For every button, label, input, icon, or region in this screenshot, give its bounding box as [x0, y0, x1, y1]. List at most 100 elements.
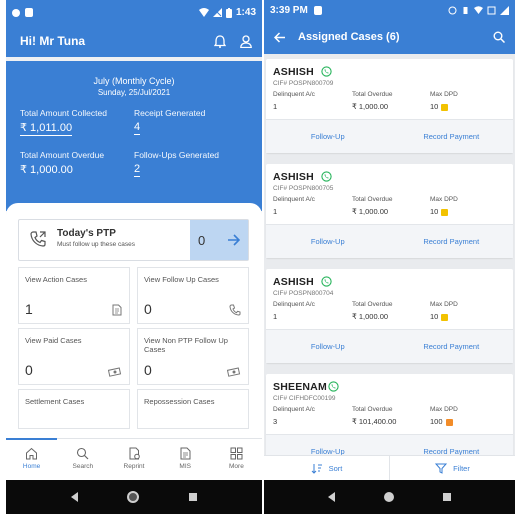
grid-icon: [230, 447, 243, 460]
case-name: ASHISH: [273, 66, 314, 78]
ptp-count-box[interactable]: 0: [190, 220, 248, 260]
dpd-value-wrap: 10: [430, 312, 449, 321]
delinquent-value: 1: [273, 102, 278, 111]
app-bar: Assigned Cases (6): [264, 20, 515, 54]
whatsapp-icon[interactable]: [321, 171, 332, 182]
case-card[interactable]: ASHISH CIF# POSPN800709 Delinquent A/c Tota…: [266, 59, 513, 153]
cash-icon: [108, 367, 122, 377]
home-button-icon[interactable]: [127, 491, 140, 503]
tile-non-ptp-cases[interactable]: View Non PTP Follow Up Cases 0: [137, 328, 249, 385]
bell-icon[interactable]: [214, 34, 226, 48]
overdue-label: Total Overdue: [352, 91, 393, 98]
dpd-value: 10: [430, 207, 439, 216]
tile-label: Repossession Cases: [144, 397, 215, 406]
phone-callback-icon: [30, 231, 46, 247]
dpd-value: 10: [430, 102, 439, 111]
nav-label: More: [229, 463, 244, 470]
back-icon[interactable]: [70, 492, 78, 502]
case-name: ASHISH: [273, 276, 314, 288]
nav-home[interactable]: Home: [6, 438, 58, 480]
collected-label: Total Amount Collected: [20, 108, 107, 118]
whatsapp-icon[interactable]: [321, 66, 332, 77]
dpd-label: Max DPD: [430, 301, 458, 308]
tile-follow-up-cases[interactable]: View Follow Up Cases 0: [137, 267, 249, 324]
follow-up-button[interactable]: Follow-Up: [266, 225, 390, 258]
app-bar: Hi! Mr Tuna: [6, 25, 262, 57]
filter-button[interactable]: Filter: [390, 456, 515, 480]
status-time: 1:43: [235, 7, 256, 18]
tile-action-cases[interactable]: View Action Cases 1: [18, 267, 130, 324]
search-icon[interactable]: [493, 31, 505, 43]
case-actions: Follow-Up Record Payment: [266, 224, 513, 258]
record-payment-button[interactable]: Record Payment: [390, 330, 514, 363]
tile-paid-cases[interactable]: View Paid Cases 0: [18, 328, 130, 385]
overdue-label: Total Overdue: [352, 406, 393, 413]
sort-filter-bar: Sort Filter: [264, 455, 515, 480]
followups-stat[interactable]: Follow-Ups Generated 2: [134, 150, 219, 177]
home-button-icon[interactable]: [383, 492, 394, 502]
whatsapp-icon[interactable]: [328, 381, 340, 392]
tile-value: 0: [144, 362, 152, 378]
sort-label: Sort: [328, 463, 343, 473]
whatsapp-icon[interactable]: [321, 276, 332, 287]
sort-button[interactable]: Sort: [264, 456, 390, 480]
report-icon: [180, 447, 191, 460]
nav-label: Home: [22, 463, 41, 470]
follow-up-button[interactable]: Follow-Up: [266, 330, 390, 363]
reprint-icon: [129, 447, 140, 460]
tile-label: Settlement Cases: [25, 397, 85, 406]
delinquent-label: Delinquent A/c: [273, 196, 315, 203]
android-nav-bar: [264, 480, 515, 514]
recents-icon[interactable]: [189, 493, 198, 501]
nav-mis[interactable]: MIS: [160, 439, 211, 480]
assigned-cases-screen: 3:39 PM Assigned Cases (6) ASHISH CIF# PO…: [264, 0, 515, 514]
overdue-label: Total Overdue: [352, 301, 393, 308]
dpd-badge: [441, 313, 449, 321]
tile-repossession-cases[interactable]: Repossession Cases: [137, 389, 249, 429]
case-actions: Follow-Up Record Payment: [266, 119, 513, 153]
overdue-value: ₹ 1,000.00: [352, 207, 389, 216]
collected-value: ₹ 1,011.00: [20, 122, 73, 136]
nav-more[interactable]: More: [211, 439, 262, 480]
overdue-value: ₹ 1,000.00: [352, 312, 389, 321]
document-icon: [112, 304, 122, 316]
case-card[interactable]: ASHISH CIF# POSPN800704 Delinquent A/c Tota…: [266, 269, 513, 363]
home-icon: [26, 447, 38, 460]
nav-reprint[interactable]: Reprint: [108, 439, 159, 480]
delinquent-label: Delinquent A/c: [273, 301, 315, 308]
signal-icon: [212, 8, 222, 17]
record-payment-button[interactable]: Record Payment: [390, 225, 514, 258]
overdue-value: ₹ 1,000.00: [20, 164, 73, 176]
dpd-value-wrap: 10: [430, 207, 449, 216]
delinquent-label: Delinquent A/c: [273, 406, 315, 413]
bottom-nav: Home Search Reprint MIS More: [6, 438, 262, 480]
receipt-stat[interactable]: Receipt Generated 4: [134, 108, 205, 135]
nav-search[interactable]: Search: [57, 439, 108, 480]
profile-icon[interactable]: [240, 34, 252, 48]
delinquent-label: Delinquent A/c: [273, 91, 315, 98]
dpd-label: Max DPD: [430, 196, 458, 203]
case-name: ASHISH: [273, 171, 314, 183]
tile-value: 1: [25, 301, 33, 317]
receipt-value: 4: [134, 121, 141, 135]
todays-ptp-card[interactable]: Today's PTP Must follow up these cases 0: [18, 219, 249, 261]
tile-label: View Non PTP Follow Up Cases: [144, 336, 228, 354]
follow-up-button[interactable]: Follow-Up: [266, 120, 390, 153]
case-cif: CIF# CIFHDFC00199: [273, 395, 336, 402]
case-cif: CIF# POSPN800704: [273, 290, 334, 297]
collected-stat[interactable]: Total Amount Collected ₹ 1,011.00: [20, 108, 107, 136]
arrow-left-icon[interactable]: [274, 31, 286, 43]
record-payment-button[interactable]: Record Payment: [390, 120, 514, 153]
overdue-stat[interactable]: Total Amount Overdue ₹ 1,000.00: [20, 150, 104, 177]
status-time: 3:39 PM: [270, 4, 308, 16]
back-icon[interactable]: [328, 492, 336, 502]
recents-icon[interactable]: [442, 493, 451, 501]
dpd-badge: [441, 208, 449, 216]
nav-label: Search: [72, 463, 94, 470]
tile-settlement-cases[interactable]: Settlement Cases: [18, 389, 130, 429]
dpd-value-wrap: 10: [430, 102, 449, 111]
case-card[interactable]: SHEENAM CIF# CIFHDFC00199 Delinquent A/c To…: [266, 374, 513, 468]
followups-value: 2: [134, 163, 141, 177]
case-card[interactable]: ASHISH CIF# POSPN800705 Delinquent A/c Tota…: [266, 164, 513, 258]
followups-label: Follow-Ups Generated: [134, 150, 220, 160]
